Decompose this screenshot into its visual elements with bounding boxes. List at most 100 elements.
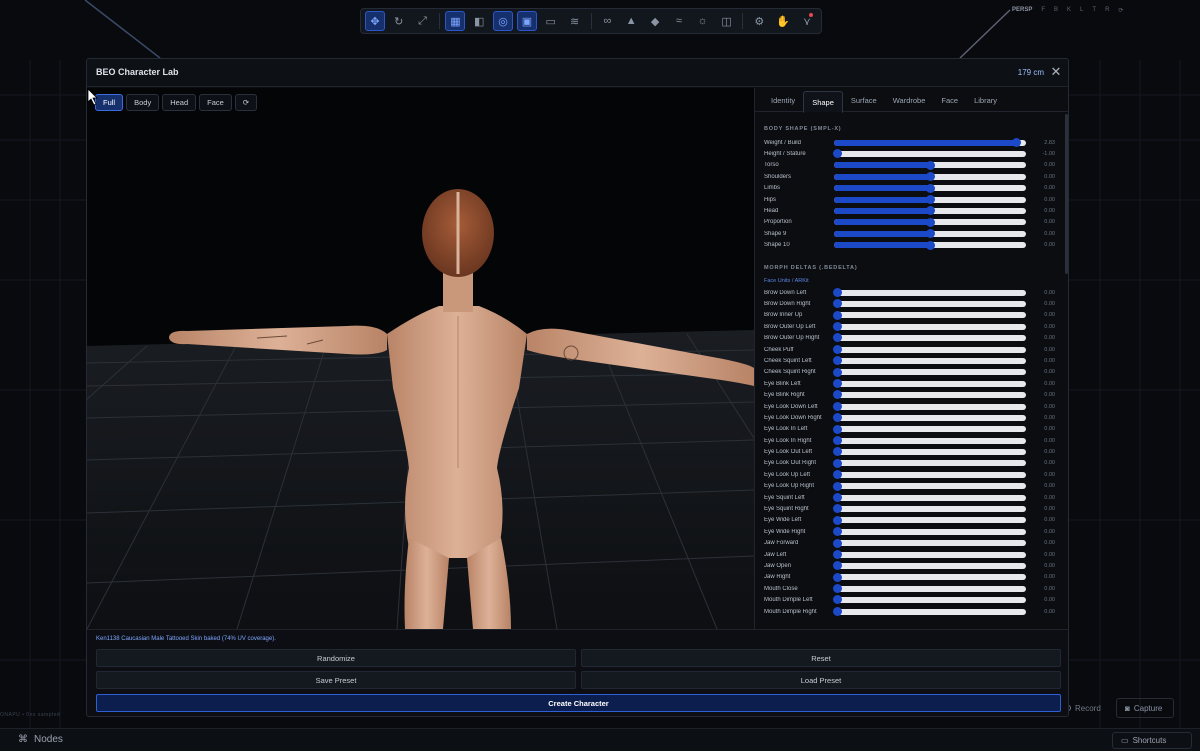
rotate-icon[interactable]: ↻ [389, 11, 409, 31]
slider-track[interactable] [834, 608, 1026, 615]
slider-thumb[interactable] [833, 572, 843, 582]
tab-library[interactable]: Library [966, 88, 1005, 112]
camera-icon[interactable]: ▭ [541, 11, 561, 31]
slider-track[interactable] [834, 426, 1026, 433]
view-axis-5[interactable]: T [1092, 7, 1096, 13]
slider-track[interactable] [834, 597, 1026, 604]
slider-track[interactable] [834, 562, 1026, 569]
view-axis-0[interactable]: PERSP [1012, 7, 1032, 13]
slider-thumb[interactable] [925, 172, 935, 182]
slider-thumb[interactable] [833, 538, 843, 548]
gear-icon[interactable]: ⚙ [749, 11, 769, 31]
close-icon[interactable]: ✕ [1049, 64, 1063, 80]
wind-icon[interactable]: ≈ [669, 11, 689, 31]
slider-thumb[interactable] [925, 194, 935, 204]
slider-track[interactable] [834, 483, 1026, 490]
slider-thumb[interactable] [925, 217, 935, 227]
slider-thumb[interactable] [833, 367, 843, 377]
slider-track[interactable] [834, 528, 1026, 535]
view-axis-3[interactable]: K [1067, 7, 1071, 13]
slider-thumb[interactable] [833, 447, 843, 457]
tab-face[interactable]: Face [933, 88, 966, 112]
character-viewport[interactable]: Full Body Head Face ⟳ [87, 88, 754, 629]
tab-surface[interactable]: Surface [843, 88, 885, 112]
view-axis-1[interactable]: F [1041, 7, 1045, 13]
reset-view-icon[interactable]: ⟳ [234, 94, 258, 111]
slider-track[interactable] [834, 460, 1026, 467]
layout-icon[interactable]: ◧ [469, 11, 489, 31]
slider-thumb[interactable] [925, 240, 935, 250]
slider-thumb[interactable] [833, 310, 843, 320]
shortcuts-button[interactable]: ▭ Shortcuts [1112, 732, 1192, 749]
slider-thumb[interactable] [925, 206, 935, 216]
slider-thumb[interactable] [833, 458, 843, 468]
reset-button[interactable]: Reset [581, 649, 1061, 667]
hand-icon[interactable]: ✋ [773, 11, 793, 31]
layers-icon[interactable]: ≋ [565, 11, 585, 31]
slider-thumb[interactable] [925, 160, 935, 170]
slider-track[interactable] [834, 323, 1026, 330]
slider-track[interactable] [834, 517, 1026, 524]
link-icon[interactable]: ∞ [597, 11, 617, 31]
slider-thumb[interactable] [833, 515, 843, 525]
slider-track[interactable] [834, 346, 1026, 353]
slider-track[interactable] [834, 300, 1026, 307]
view-axis-6[interactable]: R [1105, 7, 1109, 13]
slider-thumb[interactable] [833, 149, 843, 159]
slider-track[interactable] [834, 312, 1026, 319]
tab-identity[interactable]: Identity [763, 88, 803, 112]
scale-icon[interactable]: ⤢ [413, 11, 433, 31]
slider-track[interactable] [834, 494, 1026, 501]
slider-thumb[interactable] [1011, 138, 1021, 147]
slider-track[interactable] [834, 540, 1026, 547]
drop-icon[interactable]: ◆ [645, 11, 665, 31]
slider-thumb[interactable] [833, 333, 843, 343]
save-preset-button[interactable]: Save Preset [96, 671, 576, 689]
slider-track[interactable] [834, 585, 1026, 592]
view-axis-2[interactable]: B [1054, 7, 1058, 13]
move-icon[interactable]: ✥ [365, 11, 385, 31]
slider-track[interactable] [834, 380, 1026, 387]
tab-shape[interactable]: Shape [803, 91, 843, 113]
slider-track[interactable] [834, 414, 1026, 421]
view-button-face[interactable]: Face [199, 94, 232, 111]
slider-track[interactable] [834, 335, 1026, 342]
view-button-full[interactable]: Full [95, 94, 124, 111]
slider-thumb[interactable] [833, 481, 843, 491]
slider-track[interactable] [834, 574, 1026, 581]
slider-thumb[interactable] [925, 183, 935, 193]
slider-thumb[interactable] [925, 229, 935, 239]
load-preset-button[interactable]: Load Preset [581, 671, 1061, 689]
slider-track[interactable] [834, 289, 1026, 296]
view-button-head[interactable]: Head [162, 94, 197, 111]
slider-thumb[interactable] [833, 390, 843, 400]
cone-icon[interactable]: ▲ [621, 11, 641, 31]
randomize-button[interactable]: Randomize [96, 649, 576, 667]
sun-icon[interactable]: ☼ [693, 11, 713, 31]
slider-track[interactable] [834, 449, 1026, 456]
panel-scrollbar[interactable] [1065, 114, 1068, 274]
slider-track[interactable] [834, 392, 1026, 399]
view-axis-4[interactable]: L [1080, 7, 1083, 13]
view-button-body[interactable]: Body [126, 94, 160, 111]
grid-icon[interactable]: ▦ [445, 11, 466, 31]
record-button[interactable]: Record [1065, 699, 1110, 717]
nodes-tab[interactable]: ⌘ Nodes [18, 734, 63, 745]
slider-track[interactable] [834, 471, 1026, 478]
graph-icon[interactable]: ⋎ [797, 11, 817, 31]
slider-track[interactable] [834, 506, 1026, 513]
create-character-button[interactable]: Create Character [96, 694, 1061, 712]
tab-wardrobe[interactable]: Wardrobe [885, 88, 934, 112]
slider-track[interactable] [834, 551, 1026, 558]
slider-track[interactable] [834, 357, 1026, 364]
frame-icon[interactable]: ▣ [517, 11, 537, 31]
view-axis-7[interactable]: ⟳ [1118, 7, 1123, 14]
slider-thumb[interactable] [833, 595, 843, 605]
slider-track[interactable] [834, 139, 1026, 146]
capture-button[interactable]: ◙ Capture [1116, 698, 1174, 718]
slider-track[interactable] [834, 403, 1026, 410]
slider-track[interactable] [834, 369, 1026, 376]
map-icon[interactable]: ◫ [717, 11, 737, 31]
globe-icon[interactable]: ◎ [493, 11, 513, 31]
slider-track[interactable] [834, 151, 1026, 158]
